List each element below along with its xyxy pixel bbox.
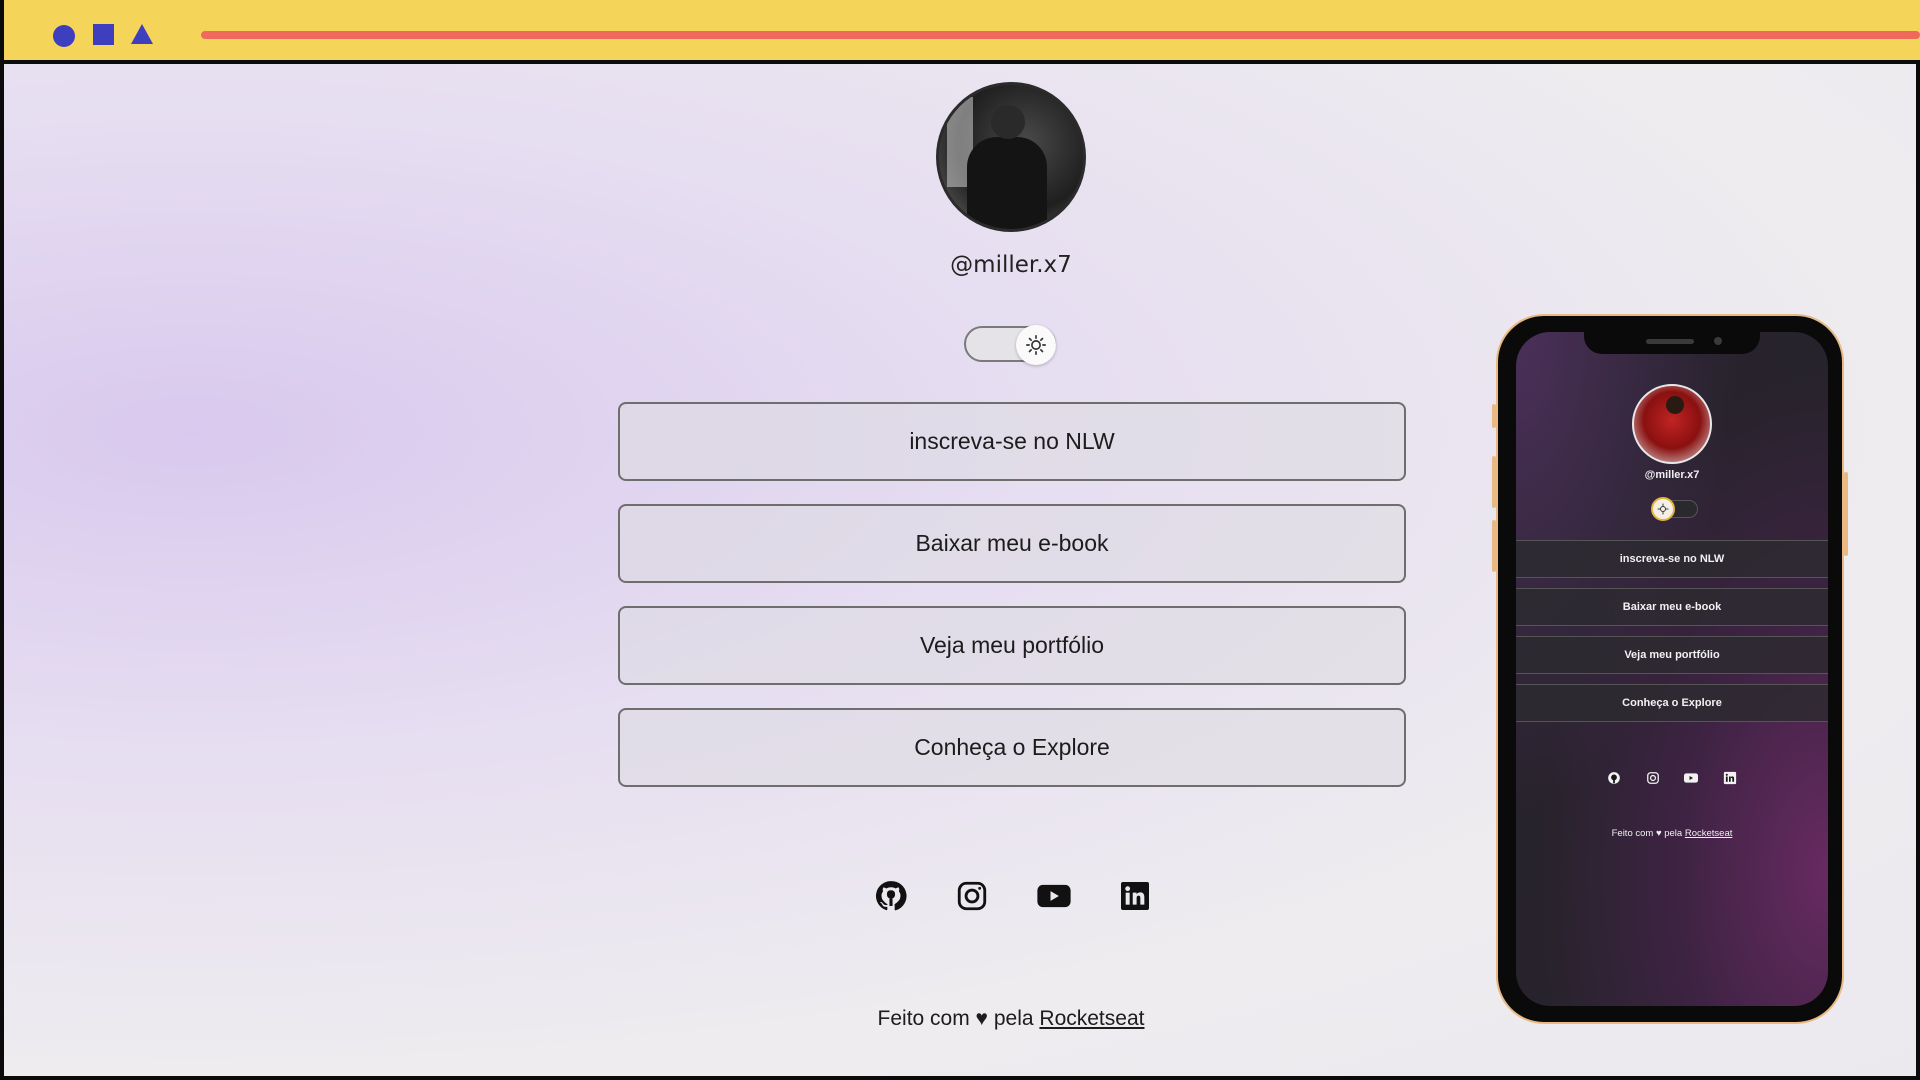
phone-notch	[1584, 332, 1760, 354]
phone-volume-down	[1492, 520, 1496, 572]
phone-volume-up	[1492, 456, 1496, 508]
phone-mute-switch	[1492, 404, 1496, 428]
theme-toggle[interactable]	[964, 325, 1056, 365]
phone-linkedin-icon[interactable]	[1722, 770, 1738, 786]
phone-power-button	[1844, 472, 1848, 556]
phone-github-icon[interactable]	[1606, 770, 1622, 786]
square-shape-icon	[93, 24, 114, 45]
link-nlw-button[interactable]: inscreva-se no NLW	[618, 402, 1406, 481]
links-list: inscreva-se no NLW Baixar meu e-book Vej…	[618, 402, 1406, 810]
sun-icon	[1016, 325, 1056, 365]
profile-avatar	[936, 82, 1086, 232]
camera-icon	[1714, 337, 1722, 345]
phone-footer-text: Feito com ♥ pela	[1611, 828, 1683, 839]
phone-youtube-icon[interactable]	[1683, 770, 1699, 786]
phone-theme-toggle[interactable]	[1651, 497, 1698, 521]
youtube-icon[interactable]	[1036, 878, 1072, 914]
phone-link-explore-button[interactable]: Conheça o Explore	[1516, 684, 1828, 722]
phone-social-links	[1606, 770, 1738, 786]
link-portfolio-button[interactable]: Veja meu portfólio	[618, 606, 1406, 685]
footer-text: Feito com ♥ pela	[877, 1007, 1034, 1030]
phone-moon-icon	[1651, 497, 1675, 521]
phone-instagram-icon[interactable]	[1645, 770, 1661, 786]
triangle-shape-icon	[131, 24, 153, 44]
phone-mockup: @miller.x7 inscreva-se no NLW Baixar meu…	[1492, 314, 1848, 1024]
linkedin-icon[interactable]	[1117, 878, 1153, 914]
social-links	[873, 878, 1153, 914]
circle-shape-icon	[53, 25, 75, 47]
phone-link-portfolio-button[interactable]: Veja meu portfólio	[1516, 636, 1828, 674]
phone-link-nlw-button[interactable]: inscreva-se no NLW	[1516, 540, 1828, 578]
instagram-icon[interactable]	[954, 878, 990, 914]
phone-profile-avatar	[1632, 384, 1712, 464]
rocketseat-link[interactable]: Rocketseat	[1039, 1007, 1144, 1030]
phone-footer: Feito com ♥ pela Rocketseat	[1516, 828, 1828, 839]
phone-screen: @miller.x7 inscreva-se no NLW Baixar meu…	[1516, 332, 1828, 1006]
link-ebook-button[interactable]: Baixar meu e-book	[618, 504, 1406, 583]
phone-rocketseat-link[interactable]: Rocketseat	[1685, 828, 1733, 839]
browser-top-bar	[0, 0, 1920, 64]
phone-links-list: inscreva-se no NLW Baixar meu e-book Vej…	[1516, 540, 1828, 732]
phone-link-ebook-button[interactable]: Baixar meu e-book	[1516, 588, 1828, 626]
profile-username: @miller.x7	[950, 252, 1072, 278]
phone-profile-username: @miller.x7	[1644, 469, 1700, 481]
link-explore-button[interactable]: Conheça o Explore	[618, 708, 1406, 787]
github-icon[interactable]	[873, 878, 909, 914]
address-bar[interactable]	[201, 31, 1920, 39]
page-footer: Feito com ♥ pela Rocketseat	[711, 1007, 1311, 1031]
